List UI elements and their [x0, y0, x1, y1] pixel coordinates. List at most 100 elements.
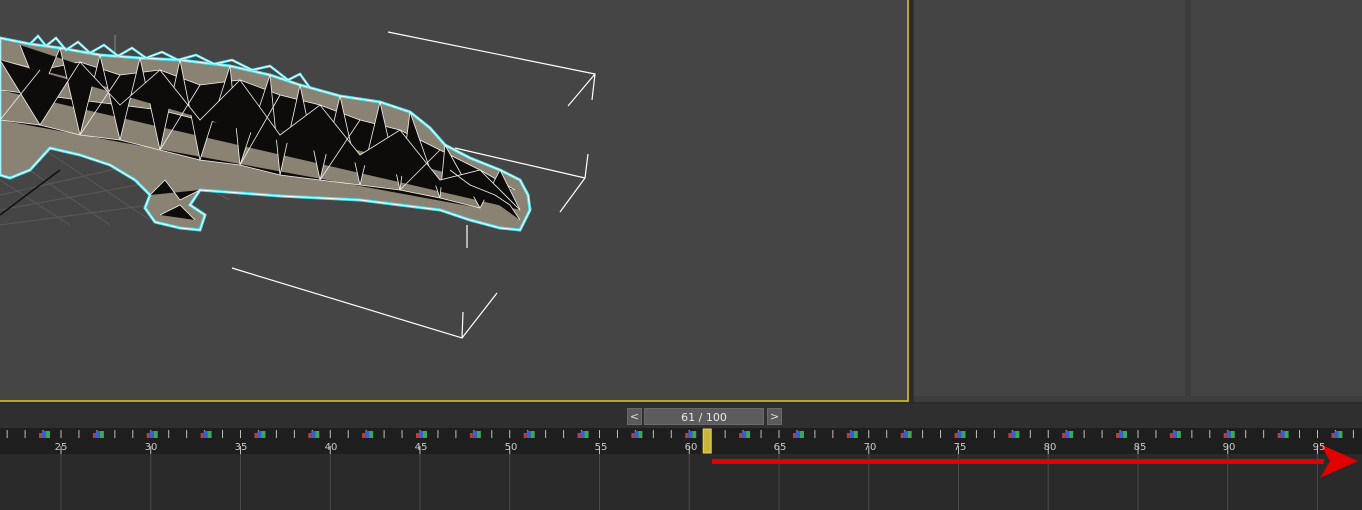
key-marker-blue [1172, 431, 1177, 438]
tick-label: 40 [324, 442, 338, 453]
key-marker-blue [472, 431, 477, 438]
key-marker-red [469, 433, 473, 438]
key-marker-green [1176, 431, 1181, 438]
tick-label: 65 [773, 442, 787, 453]
key-marker-blue [688, 431, 693, 438]
key-marker-green [799, 431, 804, 438]
tick-label: 80 [1043, 442, 1057, 453]
tick-label: 45 [414, 442, 428, 453]
key-marker-blue [42, 431, 47, 438]
key-marker-blue [903, 431, 908, 438]
key-marker-blue [634, 431, 639, 438]
key-marker-red [92, 433, 96, 438]
key-marker-red [1008, 433, 1012, 438]
key-marker-green [907, 431, 912, 438]
key-marker-green [315, 431, 320, 438]
key-marker-red [1277, 433, 1281, 438]
timeline-ticks [0, 428, 1362, 510]
viewport-scene [0, 31, 596, 339]
key-marker-blue [257, 431, 262, 438]
tick-label: 50 [504, 442, 518, 453]
key-marker-blue [95, 431, 100, 438]
key-marker-blue [957, 431, 962, 438]
tick-label: 35 [234, 442, 248, 453]
key-marker-green [530, 431, 535, 438]
key-marker-blue [203, 431, 208, 438]
key-marker-red [1116, 433, 1120, 438]
key-marker-red [792, 433, 796, 438]
key-marker-blue [1226, 431, 1231, 438]
key-marker-green [1230, 431, 1235, 438]
key-marker-red [362, 433, 366, 438]
tick-label: 25 [54, 442, 68, 453]
key-marker-red [1169, 433, 1173, 438]
key-marker-blue [1334, 431, 1339, 438]
key-marker-blue [795, 431, 800, 438]
key-marker-green [638, 431, 643, 438]
right-viewport-panel[interactable] [913, 0, 1362, 402]
key-marker-blue [419, 431, 423, 438]
panel-divider[interactable] [1185, 0, 1191, 396]
tick-label: 60 [684, 442, 698, 453]
tick-label: 90 [1222, 442, 1236, 453]
tick-label: 30 [144, 442, 158, 453]
key-marker-green [1338, 431, 1343, 438]
key-marker-red [254, 433, 258, 438]
key-marker-red [39, 433, 43, 438]
key-marker-red [523, 433, 527, 438]
key-marker-green [746, 431, 751, 438]
key-marker-red [739, 433, 743, 438]
key-marker-red [308, 433, 312, 438]
key-marker-green [961, 431, 966, 438]
key-marker-blue [849, 431, 854, 438]
prev-frame-button[interactable]: < [627, 408, 642, 425]
key-marker-green [692, 431, 697, 438]
key-marker-green [261, 431, 266, 438]
key-marker-green [1069, 431, 1074, 438]
key-marker-red [900, 433, 904, 438]
key-marker-blue [311, 431, 316, 438]
key-marker-green [207, 431, 212, 438]
tick-label: 75 [953, 442, 967, 453]
panel-bottom-edge [914, 396, 1362, 402]
key-marker-green [369, 431, 374, 438]
key-marker-red [1223, 433, 1227, 438]
key-marker-red [416, 433, 419, 438]
key-marker-red [577, 433, 581, 438]
key-marker-green [46, 431, 51, 438]
key-marker-red [685, 433, 689, 438]
key-marker-green [853, 431, 858, 438]
key-marker-green [1284, 431, 1289, 438]
key-marker-green [1123, 431, 1128, 438]
key-marker-blue [1011, 431, 1016, 438]
key-marker-red [954, 433, 958, 438]
key-marker-blue [1280, 431, 1285, 438]
key-marker-green [423, 431, 427, 438]
key-marker-blue [526, 431, 531, 438]
key-marker-green [153, 431, 158, 438]
key-marker-red [200, 433, 204, 438]
key-marker-blue [149, 431, 154, 438]
tick-label: 85 [1133, 442, 1147, 453]
tick-label: 70 [863, 442, 877, 453]
tick-label: 55 [594, 442, 608, 453]
key-marker-red [1331, 433, 1335, 438]
key-marker-red [1062, 433, 1066, 438]
tick-label: 95 [1312, 442, 1326, 453]
key-marker-green [584, 431, 589, 438]
key-marker-red [146, 433, 150, 438]
annotation-arrow-shaft [712, 459, 1324, 464]
key-marker-red [846, 433, 850, 438]
crocodile-model [0, 34, 532, 232]
key-marker-green [1015, 431, 1020, 438]
key-marker-green [99, 431, 104, 438]
next-frame-button[interactable]: > [767, 408, 782, 425]
key-marker-blue [365, 431, 370, 438]
key-marker-red [631, 433, 635, 438]
perspective-viewport[interactable] [0, 0, 909, 402]
time-slider-row: < 61 / 100 > [0, 404, 1362, 428]
key-marker-blue [742, 431, 747, 438]
key-marker-blue [580, 431, 585, 438]
timeline-track[interactable]: 25 30 35 40 45 50 55 60 65 70 75 80 85 9… [0, 428, 1362, 510]
time-slider-thumb[interactable]: 61 / 100 [644, 408, 764, 425]
